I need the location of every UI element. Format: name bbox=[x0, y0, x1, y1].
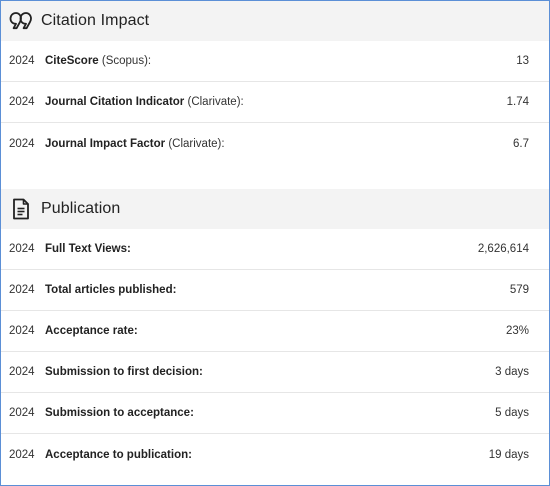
metric-name: CiteScore bbox=[45, 55, 99, 67]
row-label: Acceptance rate: bbox=[45, 325, 506, 337]
row-year: 2024 bbox=[9, 366, 35, 378]
table-row: 2024 Journal Impact Factor (Clarivate): … bbox=[1, 123, 549, 164]
section-title: Publication bbox=[41, 200, 121, 217]
row-value: 13 bbox=[516, 55, 529, 67]
table-row: 2024 Acceptance rate: 23% bbox=[1, 311, 549, 352]
row-year: 2024 bbox=[9, 243, 35, 255]
table-row: 2024 Full Text Views: 2,626,614 bbox=[1, 229, 549, 270]
row-label: Total articles published: bbox=[45, 284, 510, 296]
publication-header: Publication bbox=[1, 189, 549, 229]
row-value: 3 days bbox=[495, 366, 529, 378]
row-value: 23% bbox=[505, 325, 529, 337]
table-row: 2024 Submission to acceptance: 5 days bbox=[1, 393, 549, 434]
table-row: 2024 Submission to first decision: 3 day… bbox=[1, 352, 549, 393]
row-label: Submission to acceptance: bbox=[45, 407, 495, 419]
table-row: 2024 CiteScore (Scopus): 13 bbox=[1, 41, 549, 82]
row-label: Acceptance to publication: bbox=[45, 449, 489, 461]
metric-name: Total articles published: bbox=[45, 284, 177, 296]
row-year: 2024 bbox=[9, 448, 35, 461]
row-label: Journal Citation Indicator (Clarivate): bbox=[45, 96, 507, 108]
row-year: 2024 bbox=[9, 325, 35, 337]
document-icon bbox=[9, 197, 33, 221]
metric-name: Submission to acceptance: bbox=[45, 407, 194, 419]
citation-impact-list: 2024 CiteScore (Scopus): 13 2024 Journal… bbox=[1, 41, 549, 164]
metric-name: Acceptance rate: bbox=[45, 325, 138, 337]
metrics-panel: Citation Impact 2024 CiteScore (Scopus):… bbox=[0, 0, 550, 486]
row-year: 2024 bbox=[9, 96, 35, 108]
metric-name: Journal Impact Factor bbox=[45, 137, 166, 150]
metric-source: (Clarivate): bbox=[165, 137, 225, 150]
row-year: 2024 bbox=[9, 407, 35, 419]
row-label: Journal Impact Factor (Clarivate): bbox=[45, 138, 513, 150]
row-value: 2,626,614 bbox=[477, 243, 529, 255]
metric-name: Journal Citation Indicator bbox=[45, 96, 185, 108]
metric-name: Full Text Views: bbox=[45, 243, 131, 255]
row-value: 5 days bbox=[495, 407, 529, 419]
row-year: 2024 bbox=[9, 55, 35, 67]
row-value: 19 days bbox=[488, 448, 529, 461]
quote-icon bbox=[9, 9, 33, 33]
table-row: 2024 Acceptance to publication: 19 days bbox=[1, 434, 549, 475]
metric-source: (Scopus): bbox=[98, 55, 152, 67]
citation-impact-header: Citation Impact bbox=[1, 1, 549, 41]
table-row: 2024 Total articles published: 579 bbox=[1, 270, 549, 311]
row-label: Submission to first decision: bbox=[45, 366, 495, 378]
metric-name: Submission to first decision: bbox=[45, 366, 203, 378]
row-year: 2024 bbox=[9, 284, 35, 296]
section-title: Citation Impact bbox=[41, 12, 150, 29]
row-value: 6.7 bbox=[513, 137, 529, 150]
metric-source: (Clarivate): bbox=[184, 96, 244, 108]
publication-list: 2024 Full Text Views: 2,626,614 2024 Tot… bbox=[1, 229, 549, 475]
row-label: CiteScore (Scopus): bbox=[45, 55, 516, 67]
metric-name: Acceptance to publication: bbox=[45, 448, 192, 461]
table-row: 2024 Journal Citation Indicator (Clariva… bbox=[1, 82, 549, 123]
row-value: 1.74 bbox=[506, 96, 529, 108]
row-label: Full Text Views: bbox=[45, 243, 478, 255]
row-year: 2024 bbox=[9, 137, 35, 150]
row-value: 579 bbox=[509, 284, 529, 296]
